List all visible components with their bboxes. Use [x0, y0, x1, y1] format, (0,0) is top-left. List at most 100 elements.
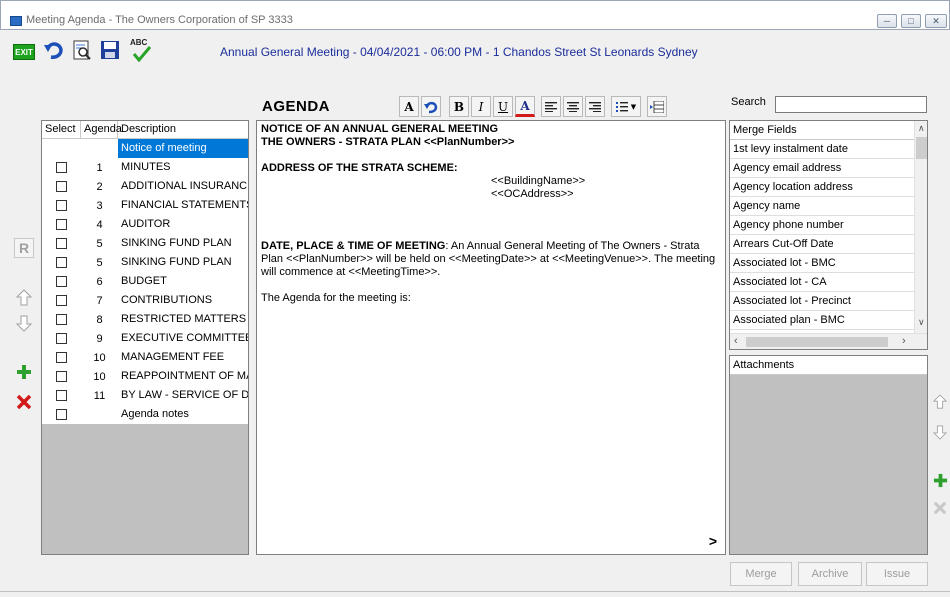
scroll-up-icon[interactable]: ∧	[918, 123, 925, 134]
scroll-right-icon[interactable]: ›	[902, 335, 906, 347]
column-agenda[interactable]: Agenda	[81, 121, 122, 139]
select-cell[interactable]	[42, 200, 81, 211]
agenda-row[interactable]: 7 CONTRIBUTIONS	[42, 291, 248, 310]
merge-fields-hscroll[interactable]: ‹ ›	[730, 333, 927, 349]
select-checkbox[interactable]	[56, 276, 67, 287]
scroll-down-icon[interactable]: ∨	[918, 317, 925, 328]
merge-field-item[interactable]: 1st levy instalment date	[730, 140, 914, 159]
spellcheck-button[interactable]: ABC	[128, 38, 152, 62]
select-checkbox[interactable]	[56, 390, 67, 401]
align-left-button[interactable]	[541, 96, 561, 117]
select-checkbox[interactable]	[56, 181, 67, 192]
archive-button[interactable]: Archive	[798, 562, 862, 586]
select-cell[interactable]	[42, 409, 81, 420]
agenda-row[interactable]: 10 MANAGEMENT FEE	[42, 348, 248, 367]
merge-field-item[interactable]: Agency location address	[730, 178, 914, 197]
select-checkbox[interactable]	[56, 352, 67, 363]
select-cell[interactable]	[42, 238, 81, 249]
select-cell[interactable]	[42, 314, 81, 325]
scroll-left-icon[interactable]: ‹	[734, 335, 738, 347]
align-right-button[interactable]	[585, 96, 605, 117]
add-item-button[interactable]	[14, 362, 34, 382]
agenda-row[interactable]: Notice of meeting	[42, 139, 248, 158]
agenda-row[interactable]: 3 FINANCIAL STATEMENTS	[42, 196, 248, 215]
select-cell[interactable]	[42, 276, 81, 287]
issue-button[interactable]: Issue	[866, 562, 928, 586]
select-checkbox[interactable]	[56, 257, 67, 268]
add-attachment-button[interactable]	[931, 470, 949, 490]
undo-button[interactable]	[42, 38, 66, 62]
attachment-down-button[interactable]	[931, 422, 949, 442]
agenda-row[interactable]: Agenda notes	[42, 405, 248, 424]
vscroll-thumb[interactable]	[916, 137, 927, 159]
insert-table-button[interactable]	[647, 96, 667, 117]
agenda-row[interactable]: 5 SINKING FUND PLAN	[42, 253, 248, 272]
merge-field-item[interactable]: Associated lot - BMC	[730, 254, 914, 273]
merge-field-item[interactable]: Associated plan - BMC	[730, 311, 914, 330]
select-checkbox[interactable]	[56, 238, 67, 249]
save-button[interactable]	[98, 38, 122, 62]
select-checkbox[interactable]	[56, 143, 67, 154]
select-checkbox[interactable]	[56, 314, 67, 325]
merge-field-item[interactable]: Associated lot - Precinct	[730, 292, 914, 311]
agenda-row[interactable]: 11 BY LAW - SERVICE OF DO	[42, 386, 248, 405]
bold-button[interactable]: B	[449, 96, 469, 117]
r-button[interactable]: R	[14, 238, 34, 258]
font-button[interactable]: A	[399, 96, 419, 117]
agenda-row[interactable]: 2 ADDITIONAL INSURANCE	[42, 177, 248, 196]
merge-field-item[interactable]: Agency email address	[730, 159, 914, 178]
select-cell[interactable]	[42, 352, 81, 363]
select-cell[interactable]	[42, 333, 81, 344]
underline-button[interactable]: U	[493, 96, 513, 117]
select-cell[interactable]	[42, 295, 81, 306]
font-color-button[interactable]: A	[515, 96, 535, 117]
align-center-button[interactable]	[563, 96, 583, 117]
attachment-up-button[interactable]	[931, 392, 949, 412]
search-input[interactable]	[775, 96, 927, 113]
hscroll-thumb[interactable]	[746, 337, 888, 347]
select-checkbox[interactable]	[56, 409, 67, 420]
select-checkbox[interactable]	[56, 200, 67, 211]
minimize-button[interactable]: ─	[877, 14, 897, 28]
agenda-editor[interactable]: NOTICE OF AN ANNUAL GENERAL MEETING THE …	[256, 120, 726, 555]
select-checkbox[interactable]	[56, 219, 67, 230]
merge-field-item[interactable]: Arrears Cut-Off Date	[730, 235, 914, 254]
delete-item-button[interactable]	[14, 392, 34, 412]
select-checkbox[interactable]	[56, 371, 67, 382]
agenda-row[interactable]: 1 MINUTES	[42, 158, 248, 177]
select-cell[interactable]	[42, 181, 81, 192]
merge-field-item[interactable]: Agency phone number	[730, 216, 914, 235]
merge-button[interactable]: Merge	[730, 562, 792, 586]
select-checkbox[interactable]	[56, 295, 67, 306]
column-select[interactable]: Select	[42, 121, 81, 139]
merge-field-item[interactable]: Agency name	[730, 197, 914, 216]
merge-fields-vscroll[interactable]: ∧ ∨	[914, 121, 927, 333]
close-button[interactable]: ✕	[925, 14, 947, 28]
bullet-list-button[interactable]: ▼	[611, 96, 641, 117]
move-up-button[interactable]	[14, 288, 34, 308]
agenda-row[interactable]: 5 SINKING FUND PLAN	[42, 234, 248, 253]
preview-button[interactable]	[70, 38, 94, 62]
select-cell[interactable]	[42, 257, 81, 268]
agenda-row[interactable]: 9 EXECUTIVE COMMITTEE	[42, 329, 248, 348]
agenda-row[interactable]: 6 BUDGET	[42, 272, 248, 291]
select-cell[interactable]	[42, 371, 81, 382]
column-description[interactable]: Description	[118, 121, 248, 139]
select-checkbox[interactable]	[56, 162, 67, 173]
delete-attachment-button[interactable]	[931, 498, 949, 518]
agenda-row[interactable]: 4 AUDITOR	[42, 215, 248, 234]
exit-button[interactable]: EXIT	[12, 40, 36, 64]
select-cell[interactable]	[42, 143, 81, 154]
next-button[interactable]: >	[704, 532, 722, 550]
undo-format-button[interactable]	[421, 96, 441, 117]
italic-button[interactable]: I	[471, 96, 491, 117]
select-cell[interactable]	[42, 162, 81, 173]
agenda-row[interactable]: 10 REAPPOINTMENT OF MAI	[42, 367, 248, 386]
select-cell[interactable]	[42, 390, 81, 401]
select-cell[interactable]	[42, 219, 81, 230]
merge-field-item[interactable]: Associated lot - CA	[730, 273, 914, 292]
maximize-button[interactable]: □	[901, 14, 921, 28]
move-down-button[interactable]	[14, 313, 34, 333]
agenda-row[interactable]: 8 RESTRICTED MATTERS	[42, 310, 248, 329]
select-checkbox[interactable]	[56, 333, 67, 344]
